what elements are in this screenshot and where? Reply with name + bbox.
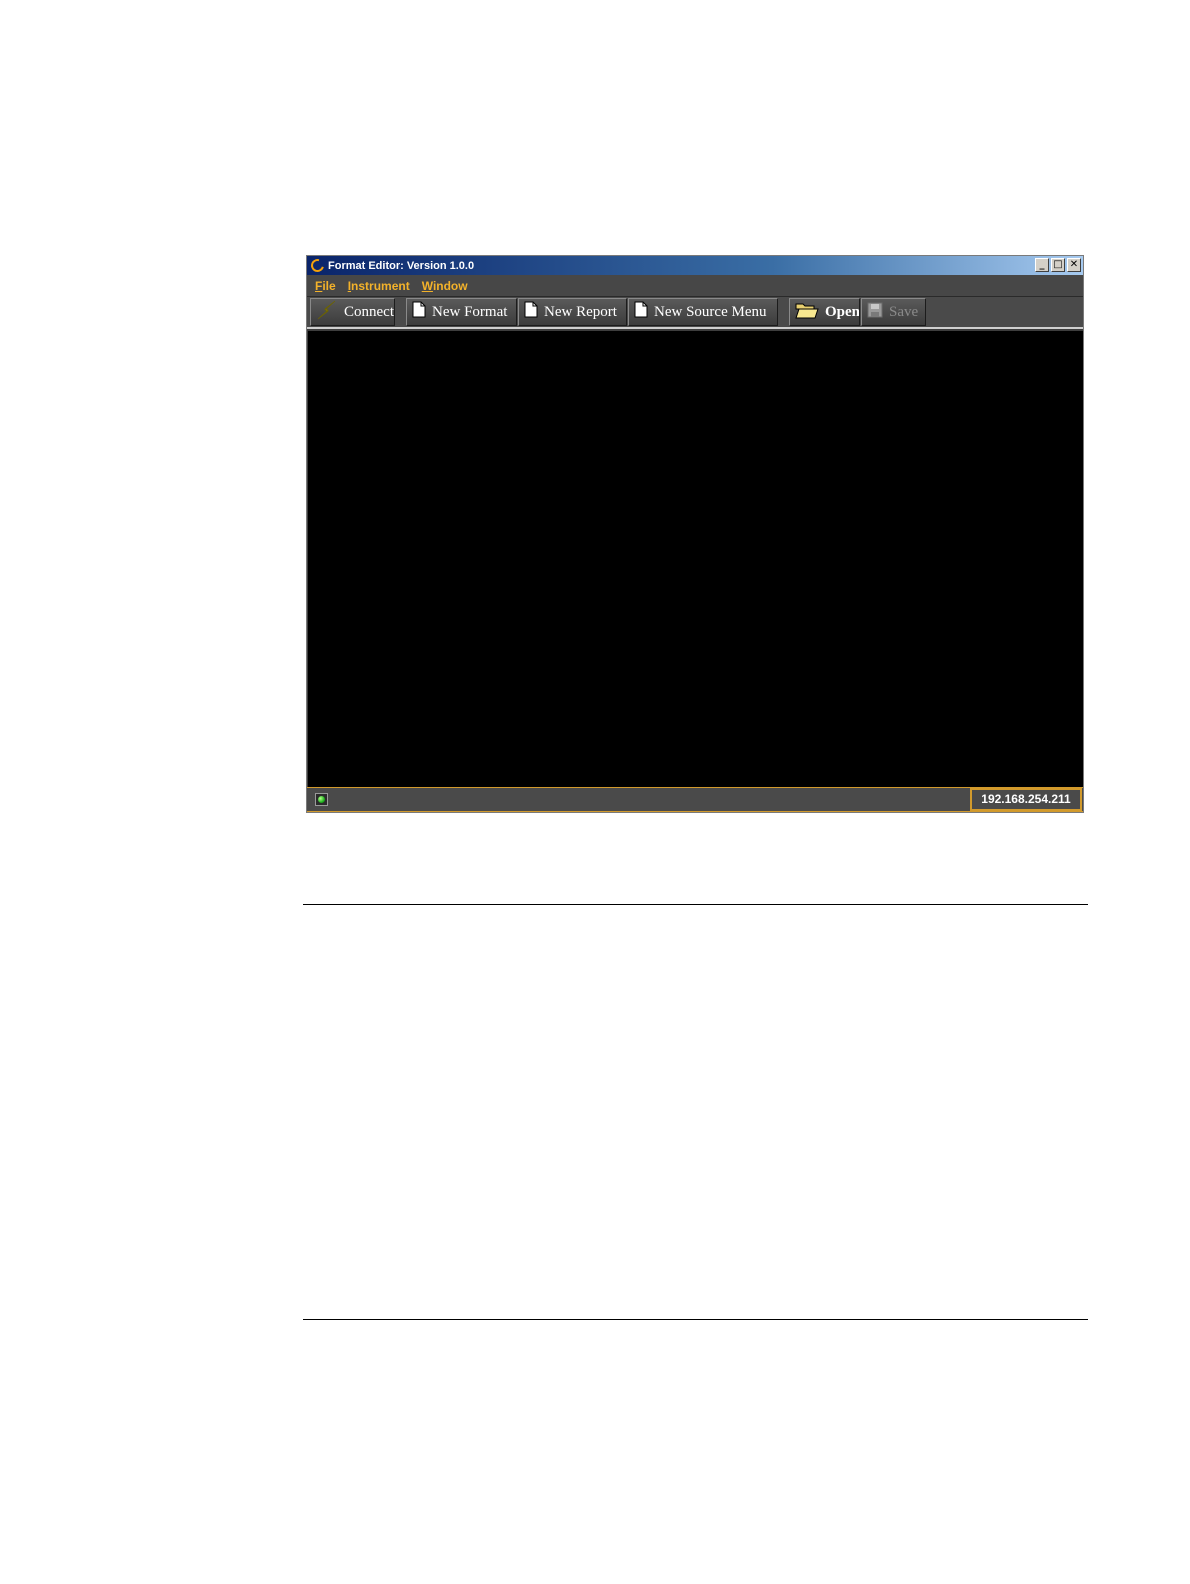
connection-status-icon — [315, 793, 328, 806]
new-document-icon — [524, 301, 538, 323]
open-button[interactable]: Open — [789, 298, 860, 326]
new-document-icon — [634, 301, 648, 323]
close-button[interactable]: ✕ — [1067, 258, 1081, 272]
lightning-icon — [316, 300, 338, 325]
new-report-button[interactable]: New Report — [518, 298, 627, 326]
new-source-menu-button[interactable]: New Source Menu — [628, 298, 778, 326]
folder-open-icon — [795, 301, 819, 324]
ip-address-display: 192.168.254.211 — [970, 788, 1082, 811]
status-led-dot — [318, 796, 325, 803]
window-controls: _ □ ✕ — [1035, 258, 1081, 272]
menu-file[interactable]: File — [315, 279, 336, 293]
status-bar: 192.168.254.211 — [307, 787, 1083, 812]
menu-bar: File Instrument Window — [307, 275, 1083, 297]
new-format-button[interactable]: New Format — [406, 298, 517, 326]
minimize-button[interactable]: _ — [1035, 258, 1049, 272]
new-document-icon — [412, 301, 426, 323]
floppy-disk-icon — [867, 302, 883, 323]
menu-instrument[interactable]: Instrument — [348, 279, 410, 293]
save-button[interactable]: Save — [861, 298, 926, 326]
section-divider-top — [303, 904, 1088, 905]
format-editor-window: Format Editor: Version 1.0.0 _ □ ✕ File … — [306, 255, 1084, 813]
app-logo-icon — [308, 256, 327, 275]
menu-window[interactable]: Window — [422, 279, 468, 293]
section-divider-bottom — [303, 1319, 1088, 1320]
editor-canvas[interactable] — [308, 331, 1083, 787]
window-title: Format Editor: Version 1.0.0 — [328, 259, 475, 272]
connect-button[interactable]: Connect — [310, 298, 395, 326]
title-bar[interactable]: Format Editor: Version 1.0.0 _ □ ✕ — [307, 256, 1083, 275]
toolbar: Connect New Format New Report New Source… — [307, 297, 1083, 329]
maximize-button[interactable]: □ — [1051, 258, 1065, 272]
